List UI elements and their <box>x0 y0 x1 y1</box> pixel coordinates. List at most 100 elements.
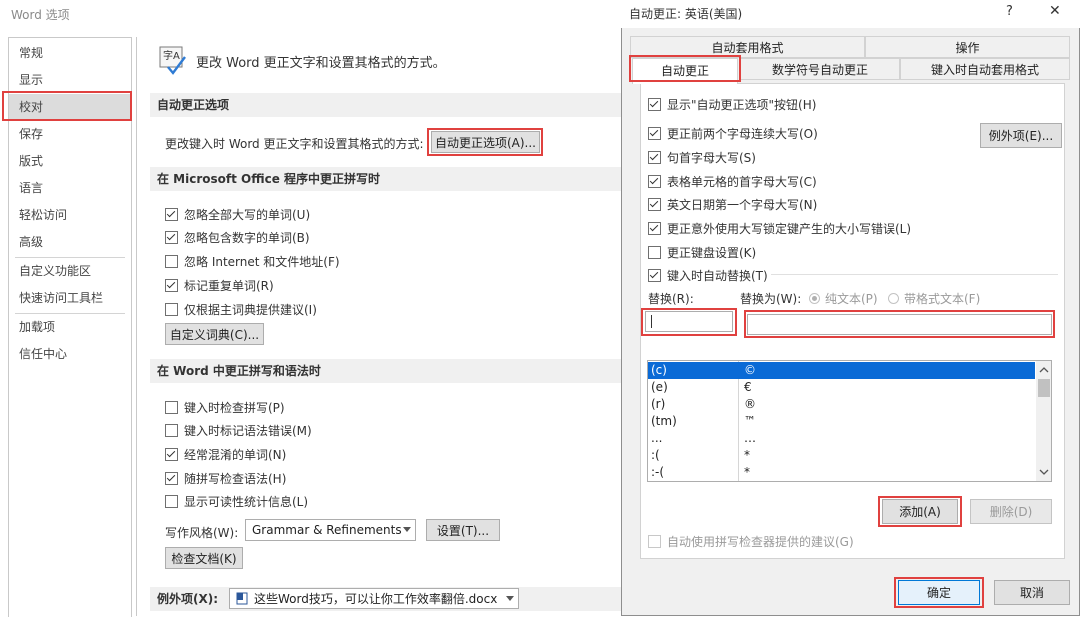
spellchecker-suggestions-checkbox[interactable]: 自动使用拼写检查器提供的建议(G) <box>648 533 854 550</box>
readability-stats-checkbox[interactable]: 显示可读性统计信息(L) <box>165 493 308 510</box>
list-scrollbar[interactable] <box>1036 361 1052 481</box>
list-item[interactable]: (tm) ™ <box>648 413 1035 430</box>
exceptions-select[interactable]: 这些Word技巧，可以让你工作效率翻倍.docx <box>229 588 519 609</box>
ignore-uppercase-checkbox[interactable]: 忽略全部大写的单词(U) <box>165 206 310 223</box>
autocorrect-label: 更改键入时 Word 更正文字和设置其格式的方式: <box>165 137 424 151</box>
nav-save[interactable]: 保存 <box>9 121 131 147</box>
tab-autoformat[interactable]: 自动套用格式 <box>630 36 865 58</box>
nav-advanced[interactable]: 高级 <box>9 229 131 255</box>
caps-lock-checkbox[interactable]: 更正意外使用大写锁定键产生的大小写错误(L) <box>648 220 911 237</box>
checkbox-box[interactable] <box>648 198 661 211</box>
checkbox-box[interactable] <box>165 495 178 508</box>
checkbox-label: 显示可读性统计信息(L) <box>184 495 309 509</box>
flag-repeated-checkbox[interactable]: 标记重复单词(R) <box>165 277 274 294</box>
checkbox-label: 更正意外使用大写锁定键产生的大小写错误(L) <box>667 222 912 236</box>
capitalize-table-cell-checkbox[interactable]: 表格单元格的首字母大写(C) <box>648 173 817 190</box>
list-item[interactable]: :-(* <box>648 464 1035 481</box>
confused-words-checkbox[interactable]: 经常混淆的单词(N) <box>165 446 286 463</box>
ignore-numbers-checkbox[interactable]: 忽略包含数字的单词(B) <box>165 229 310 246</box>
list-item-key: ... <box>651 431 663 445</box>
settings-button[interactable]: 设置(T)... <box>426 519 500 541</box>
check-spelling-checkbox[interactable]: 键入时检查拼写(P) <box>165 399 285 416</box>
nav-display[interactable]: 显示 <box>9 67 131 93</box>
writing-style-select[interactable]: Grammar & Refinements <box>245 519 416 541</box>
chevron-down-icon <box>506 596 514 601</box>
checkbox-box[interactable] <box>165 279 178 292</box>
exceptions-button[interactable]: 例外项(E)... <box>980 123 1062 148</box>
checkbox-box[interactable] <box>648 269 661 282</box>
nav-accessibility[interactable]: 轻松访问 <box>9 202 131 228</box>
checkbox-box[interactable] <box>648 222 661 235</box>
checkbox-box[interactable] <box>165 401 178 414</box>
list-item[interactable]: :(* <box>648 447 1035 464</box>
nav-customize-ribbon[interactable]: 自定义功能区 <box>9 258 131 284</box>
tab-actions[interactable]: 操作 <box>865 36 1070 58</box>
tab-autocorrect[interactable]: 自动更正 <box>632 58 738 84</box>
checkbox-box[interactable] <box>165 255 178 268</box>
chevron-up-icon[interactable] <box>1036 363 1052 377</box>
checkbox-box[interactable] <box>648 127 661 140</box>
custom-dictionaries-button[interactable]: 自定义词典(C)... <box>165 323 264 345</box>
autocorrect-options-button[interactable]: 自动更正选项(A)... <box>431 131 540 153</box>
checkbox-label: 忽略包含数字的单词(B) <box>184 231 310 245</box>
main-dictionary-checkbox[interactable]: 仅根据主词典提供建议(I) <box>165 301 317 318</box>
list-item[interactable]: (r) ® <box>648 396 1035 413</box>
radio-dot[interactable] <box>809 293 820 304</box>
nav-general[interactable]: 常规 <box>9 40 131 66</box>
checkbox-box[interactable] <box>165 472 178 485</box>
checkbox-box[interactable] <box>648 535 661 548</box>
show-options-checkbox[interactable]: 显示"自动更正选项"按钮(H) <box>648 96 816 113</box>
nav-quick-access[interactable]: 快速访问工具栏 <box>9 285 131 311</box>
add-button[interactable]: 添加(A) <box>882 499 958 524</box>
nav-trust-center[interactable]: 信任中心 <box>9 341 131 367</box>
tab-math-autocorrect[interactable]: 数学符号自动更正 <box>740 58 900 80</box>
plain-text-radio[interactable]: 纯文本(P) <box>809 290 878 307</box>
checkbox-box[interactable] <box>648 175 661 188</box>
checkbox-box[interactable] <box>165 424 178 437</box>
ok-button[interactable]: 确定 <box>898 580 980 605</box>
cancel-button[interactable]: 取消 <box>994 580 1070 605</box>
options-nav: 常规 显示 校对 保存 版式 语言 轻松访问 高级 自定义功能区 快速访问工具栏… <box>8 37 132 617</box>
with-label: 替换为(W): <box>740 292 802 306</box>
checkbox-box[interactable] <box>165 208 178 221</box>
nav-layout[interactable]: 版式 <box>9 148 131 174</box>
checkbox-box[interactable] <box>648 98 661 111</box>
checkbox-box[interactable] <box>165 231 178 244</box>
checkbox-box[interactable] <box>648 151 661 164</box>
checkbox-box[interactable] <box>165 303 178 316</box>
capitalize-sentence-checkbox[interactable]: 句首字母大写(S) <box>648 149 756 166</box>
replace-as-you-type-checkbox[interactable]: 键入时自动替换(T) <box>648 267 771 284</box>
mark-grammar-checkbox[interactable]: 键入时标记语法错误(M) <box>165 422 312 439</box>
radio-dot[interactable] <box>888 293 899 304</box>
radio-label: 带格式文本(F) <box>904 292 981 306</box>
nav-language[interactable]: 语言 <box>9 175 131 201</box>
nav-addins[interactable]: 加载项 <box>9 314 131 340</box>
list-item-key: :-( <box>651 465 665 479</box>
list-item-value: ™ <box>744 414 756 428</box>
ignore-internet-checkbox[interactable]: 忽略 Internet 和文件地址(F) <box>165 253 340 270</box>
replacement-list[interactable]: (c) © (e) € (r) ® (tm) ™ ... … :(* :-(* <box>647 360 1052 482</box>
help-button[interactable]: ? <box>1006 4 1013 19</box>
list-item-key: (e) <box>651 380 668 394</box>
scrollbar-thumb[interactable] <box>1038 379 1050 397</box>
nav-proofing[interactable]: 校对 <box>9 94 131 120</box>
keyboard-setting-checkbox[interactable]: 更正键盘设置(K) <box>648 244 756 261</box>
close-button[interactable]: ✕ <box>1049 3 1061 19</box>
checkbox-label: 更正前两个字母连续大写(O) <box>667 127 818 141</box>
tab-autoformat-as-you-type[interactable]: 键入时自动套用格式 <box>900 58 1070 80</box>
two-initial-caps-checkbox[interactable]: 更正前两个字母连续大写(O) <box>648 125 818 142</box>
checkbox-box[interactable] <box>165 448 178 461</box>
capitalize-days-checkbox[interactable]: 英文日期第一个字母大写(N) <box>648 196 817 213</box>
list-item[interactable]: (c) © <box>648 362 1035 379</box>
grammar-with-spelling-checkbox[interactable]: 随拼写检查语法(H) <box>165 470 286 487</box>
delete-button[interactable]: 删除(D) <box>970 499 1052 524</box>
page-header: 更改 Word 更正文字和设置其格式的方式。 <box>196 56 446 71</box>
formatted-text-radio[interactable]: 带格式文本(F) <box>888 290 980 307</box>
chevron-down-icon[interactable] <box>1036 465 1052 479</box>
checkbox-box[interactable] <box>648 246 661 259</box>
list-item[interactable]: (e) € <box>648 379 1035 396</box>
list-item[interactable]: ...… <box>648 430 1035 447</box>
replace-input[interactable] <box>645 311 733 332</box>
with-input[interactable] <box>747 314 1052 335</box>
recheck-document-button[interactable]: 检查文档(K) <box>165 547 243 569</box>
